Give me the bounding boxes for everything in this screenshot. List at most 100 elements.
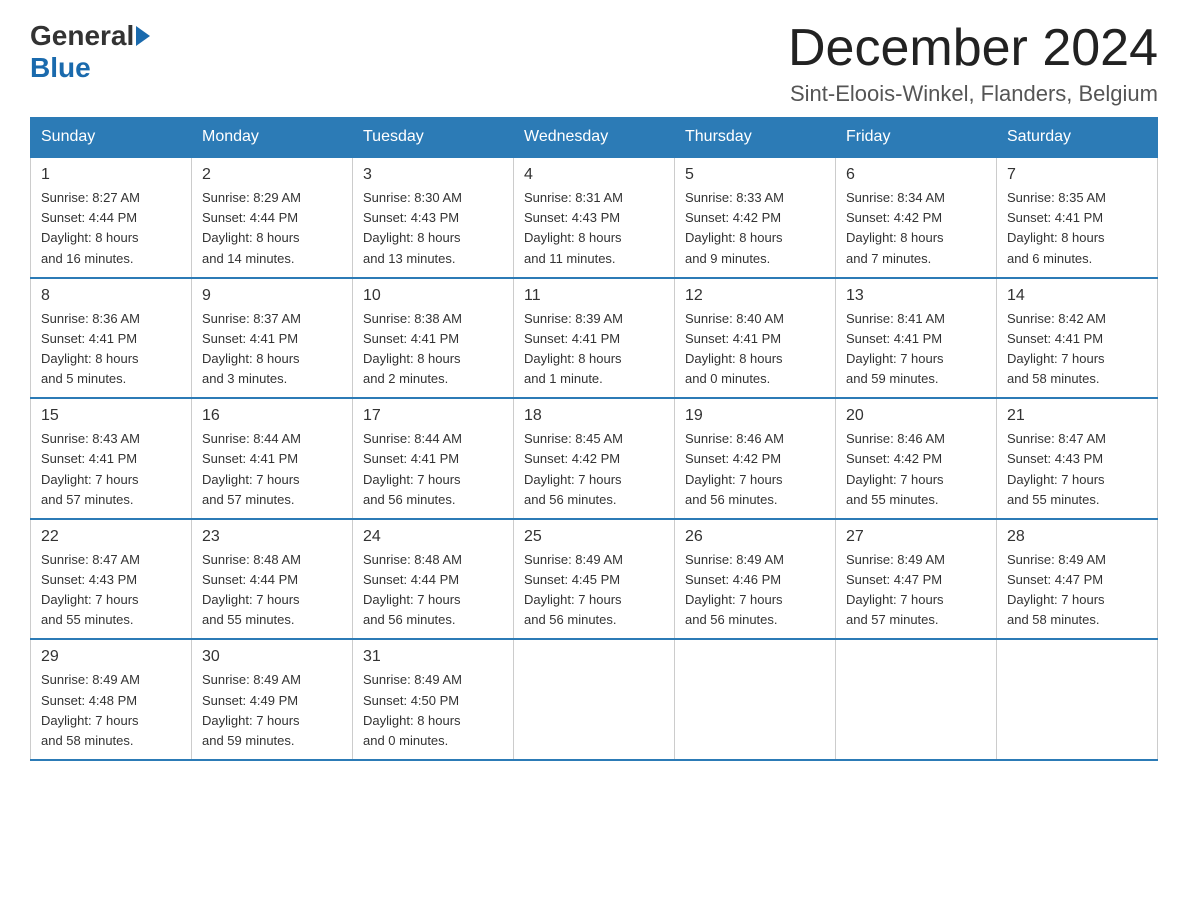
day-number: 13	[846, 287, 986, 305]
calendar-cell: 31 Sunrise: 8:49 AM Sunset: 4:50 PM Dayli…	[353, 639, 514, 760]
calendar-body: 1Sunrise: 8:27 AM Sunset: 4:44 PM Daylig…	[31, 157, 1158, 760]
day-number: 20	[846, 407, 986, 425]
day-info: Sunrise: 8:49 AM Sunset: 4:45 PM Dayligh…	[524, 550, 664, 631]
day-info: Sunrise: 8:38 AM Sunset: 4:41 PM Dayligh…	[363, 309, 503, 390]
header-day-monday: Monday	[192, 118, 353, 158]
calendar-week-1: 1Sunrise: 8:27 AM Sunset: 4:44 PM Daylig…	[31, 157, 1158, 278]
calendar-cell: 23 Sunrise: 8:48 AM Sunset: 4:44 PM Dayli…	[192, 519, 353, 640]
day-number: 28	[1007, 528, 1147, 546]
calendar-cell: 21 Sunrise: 8:47 AM Sunset: 4:43 PM Dayli…	[997, 398, 1158, 519]
header-day-saturday: Saturday	[997, 118, 1158, 158]
day-info: Sunrise: 8:30 AM Sunset: 4:43 PM Dayligh…	[363, 188, 503, 269]
day-info: Sunrise: 8:46 AM Sunset: 4:42 PM Dayligh…	[685, 429, 825, 510]
day-number: 26	[685, 528, 825, 546]
day-info: Sunrise: 8:33 AM Sunset: 4:42 PM Dayligh…	[685, 188, 825, 269]
day-number: 12	[685, 287, 825, 305]
calendar-cell: 11 Sunrise: 8:39 AM Sunset: 4:41 PM Dayli…	[514, 278, 675, 399]
day-number: 15	[41, 407, 181, 425]
calendar-cell: 10Sunrise: 8:38 AM Sunset: 4:41 PM Dayli…	[353, 278, 514, 399]
calendar-cell: 13 Sunrise: 8:41 AM Sunset: 4:41 PM Dayli…	[836, 278, 997, 399]
day-number: 16	[202, 407, 342, 425]
day-info: Sunrise: 8:39 AM Sunset: 4:41 PM Dayligh…	[524, 309, 664, 390]
day-info: Sunrise: 8:49 AM Sunset: 4:50 PM Dayligh…	[363, 670, 503, 751]
day-info: Sunrise: 8:36 AM Sunset: 4:41 PM Dayligh…	[41, 309, 181, 390]
calendar-cell	[514, 639, 675, 760]
calendar-cell: 14Sunrise: 8:42 AM Sunset: 4:41 PM Dayli…	[997, 278, 1158, 399]
calendar-cell: 24Sunrise: 8:48 AM Sunset: 4:44 PM Dayli…	[353, 519, 514, 640]
day-number: 11	[524, 287, 664, 305]
calendar-cell: 30 Sunrise: 8:49 AM Sunset: 4:49 PM Dayli…	[192, 639, 353, 760]
day-info: Sunrise: 8:47 AM Sunset: 4:43 PM Dayligh…	[41, 550, 181, 631]
day-info: Sunrise: 8:49 AM Sunset: 4:48 PM Dayligh…	[41, 670, 181, 751]
month-title: December 2024	[788, 20, 1158, 77]
day-info: Sunrise: 8:43 AM Sunset: 4:41 PM Dayligh…	[41, 429, 181, 510]
header-row: SundayMondayTuesdayWednesdayThursdayFrid…	[31, 118, 1158, 158]
header-day-sunday: Sunday	[31, 118, 192, 158]
day-number: 5	[685, 166, 825, 184]
title-section: December 2024 Sint-Eloois-Winkel, Flande…	[788, 20, 1158, 107]
calendar-cell	[675, 639, 836, 760]
calendar-cell: 18Sunrise: 8:45 AM Sunset: 4:42 PM Dayli…	[514, 398, 675, 519]
calendar-cell: 22 Sunrise: 8:47 AM Sunset: 4:43 PM Dayli…	[31, 519, 192, 640]
calendar-cell	[997, 639, 1158, 760]
header-day-friday: Friday	[836, 118, 997, 158]
logo-general-text: General	[30, 20, 134, 52]
calendar-cell: 2 Sunrise: 8:29 AM Sunset: 4:44 PM Daylig…	[192, 157, 353, 278]
day-info: Sunrise: 8:41 AM Sunset: 4:41 PM Dayligh…	[846, 309, 986, 390]
day-info: Sunrise: 8:27 AM Sunset: 4:44 PM Dayligh…	[41, 188, 181, 269]
header-day-wednesday: Wednesday	[514, 118, 675, 158]
day-info: Sunrise: 8:44 AM Sunset: 4:41 PM Dayligh…	[202, 429, 342, 510]
calendar-cell: 20 Sunrise: 8:46 AM Sunset: 4:42 PM Dayli…	[836, 398, 997, 519]
calendar-cell: 27 Sunrise: 8:49 AM Sunset: 4:47 PM Dayli…	[836, 519, 997, 640]
day-info: Sunrise: 8:47 AM Sunset: 4:43 PM Dayligh…	[1007, 429, 1147, 510]
day-info: Sunrise: 8:46 AM Sunset: 4:42 PM Dayligh…	[846, 429, 986, 510]
day-number: 29	[41, 648, 181, 666]
logo-arrow-icon	[136, 26, 150, 46]
day-number: 24	[363, 528, 503, 546]
day-number: 31	[363, 648, 503, 666]
day-number: 8	[41, 287, 181, 305]
day-number: 2	[202, 166, 342, 184]
calendar-week-5: 29 Sunrise: 8:49 AM Sunset: 4:48 PM Dayli…	[31, 639, 1158, 760]
calendar-cell: 7Sunrise: 8:35 AM Sunset: 4:41 PM Daylig…	[997, 157, 1158, 278]
calendar-cell: 6Sunrise: 8:34 AM Sunset: 4:42 PM Daylig…	[836, 157, 997, 278]
day-number: 25	[524, 528, 664, 546]
day-info: Sunrise: 8:45 AM Sunset: 4:42 PM Dayligh…	[524, 429, 664, 510]
day-number: 19	[685, 407, 825, 425]
calendar-cell: 3 Sunrise: 8:30 AM Sunset: 4:43 PM Daylig…	[353, 157, 514, 278]
logo: General Blue	[30, 20, 152, 84]
calendar-cell: 5 Sunrise: 8:33 AM Sunset: 4:42 PM Daylig…	[675, 157, 836, 278]
day-info: Sunrise: 8:42 AM Sunset: 4:41 PM Dayligh…	[1007, 309, 1147, 390]
day-number: 23	[202, 528, 342, 546]
calendar-week-3: 15 Sunrise: 8:43 AM Sunset: 4:41 PM Dayli…	[31, 398, 1158, 519]
day-info: Sunrise: 8:49 AM Sunset: 4:49 PM Dayligh…	[202, 670, 342, 751]
day-info: Sunrise: 8:49 AM Sunset: 4:47 PM Dayligh…	[846, 550, 986, 631]
calendar-cell: 8 Sunrise: 8:36 AM Sunset: 4:41 PM Daylig…	[31, 278, 192, 399]
calendar-cell: 19 Sunrise: 8:46 AM Sunset: 4:42 PM Dayli…	[675, 398, 836, 519]
day-info: Sunrise: 8:31 AM Sunset: 4:43 PM Dayligh…	[524, 188, 664, 269]
day-info: Sunrise: 8:40 AM Sunset: 4:41 PM Dayligh…	[685, 309, 825, 390]
calendar-cell: 16 Sunrise: 8:44 AM Sunset: 4:41 PM Dayli…	[192, 398, 353, 519]
calendar-cell: 28Sunrise: 8:49 AM Sunset: 4:47 PM Dayli…	[997, 519, 1158, 640]
calendar-cell: 15 Sunrise: 8:43 AM Sunset: 4:41 PM Dayli…	[31, 398, 192, 519]
calendar-cell: 1Sunrise: 8:27 AM Sunset: 4:44 PM Daylig…	[31, 157, 192, 278]
location-subtitle: Sint-Eloois-Winkel, Flanders, Belgium	[788, 81, 1158, 107]
calendar-week-2: 8 Sunrise: 8:36 AM Sunset: 4:41 PM Daylig…	[31, 278, 1158, 399]
calendar-cell: 25 Sunrise: 8:49 AM Sunset: 4:45 PM Dayli…	[514, 519, 675, 640]
day-number: 21	[1007, 407, 1147, 425]
day-number: 3	[363, 166, 503, 184]
day-number: 30	[202, 648, 342, 666]
day-number: 17	[363, 407, 503, 425]
calendar-table: SundayMondayTuesdayWednesdayThursdayFrid…	[30, 117, 1158, 761]
day-info: Sunrise: 8:48 AM Sunset: 4:44 PM Dayligh…	[202, 550, 342, 631]
day-number: 22	[41, 528, 181, 546]
logo-blue-text: Blue	[30, 52, 91, 83]
header-day-tuesday: Tuesday	[353, 118, 514, 158]
calendar-cell: 17Sunrise: 8:44 AM Sunset: 4:41 PM Dayli…	[353, 398, 514, 519]
header-day-thursday: Thursday	[675, 118, 836, 158]
day-info: Sunrise: 8:29 AM Sunset: 4:44 PM Dayligh…	[202, 188, 342, 269]
day-number: 27	[846, 528, 986, 546]
day-number: 9	[202, 287, 342, 305]
day-number: 7	[1007, 166, 1147, 184]
calendar-cell: 26Sunrise: 8:49 AM Sunset: 4:46 PM Dayli…	[675, 519, 836, 640]
